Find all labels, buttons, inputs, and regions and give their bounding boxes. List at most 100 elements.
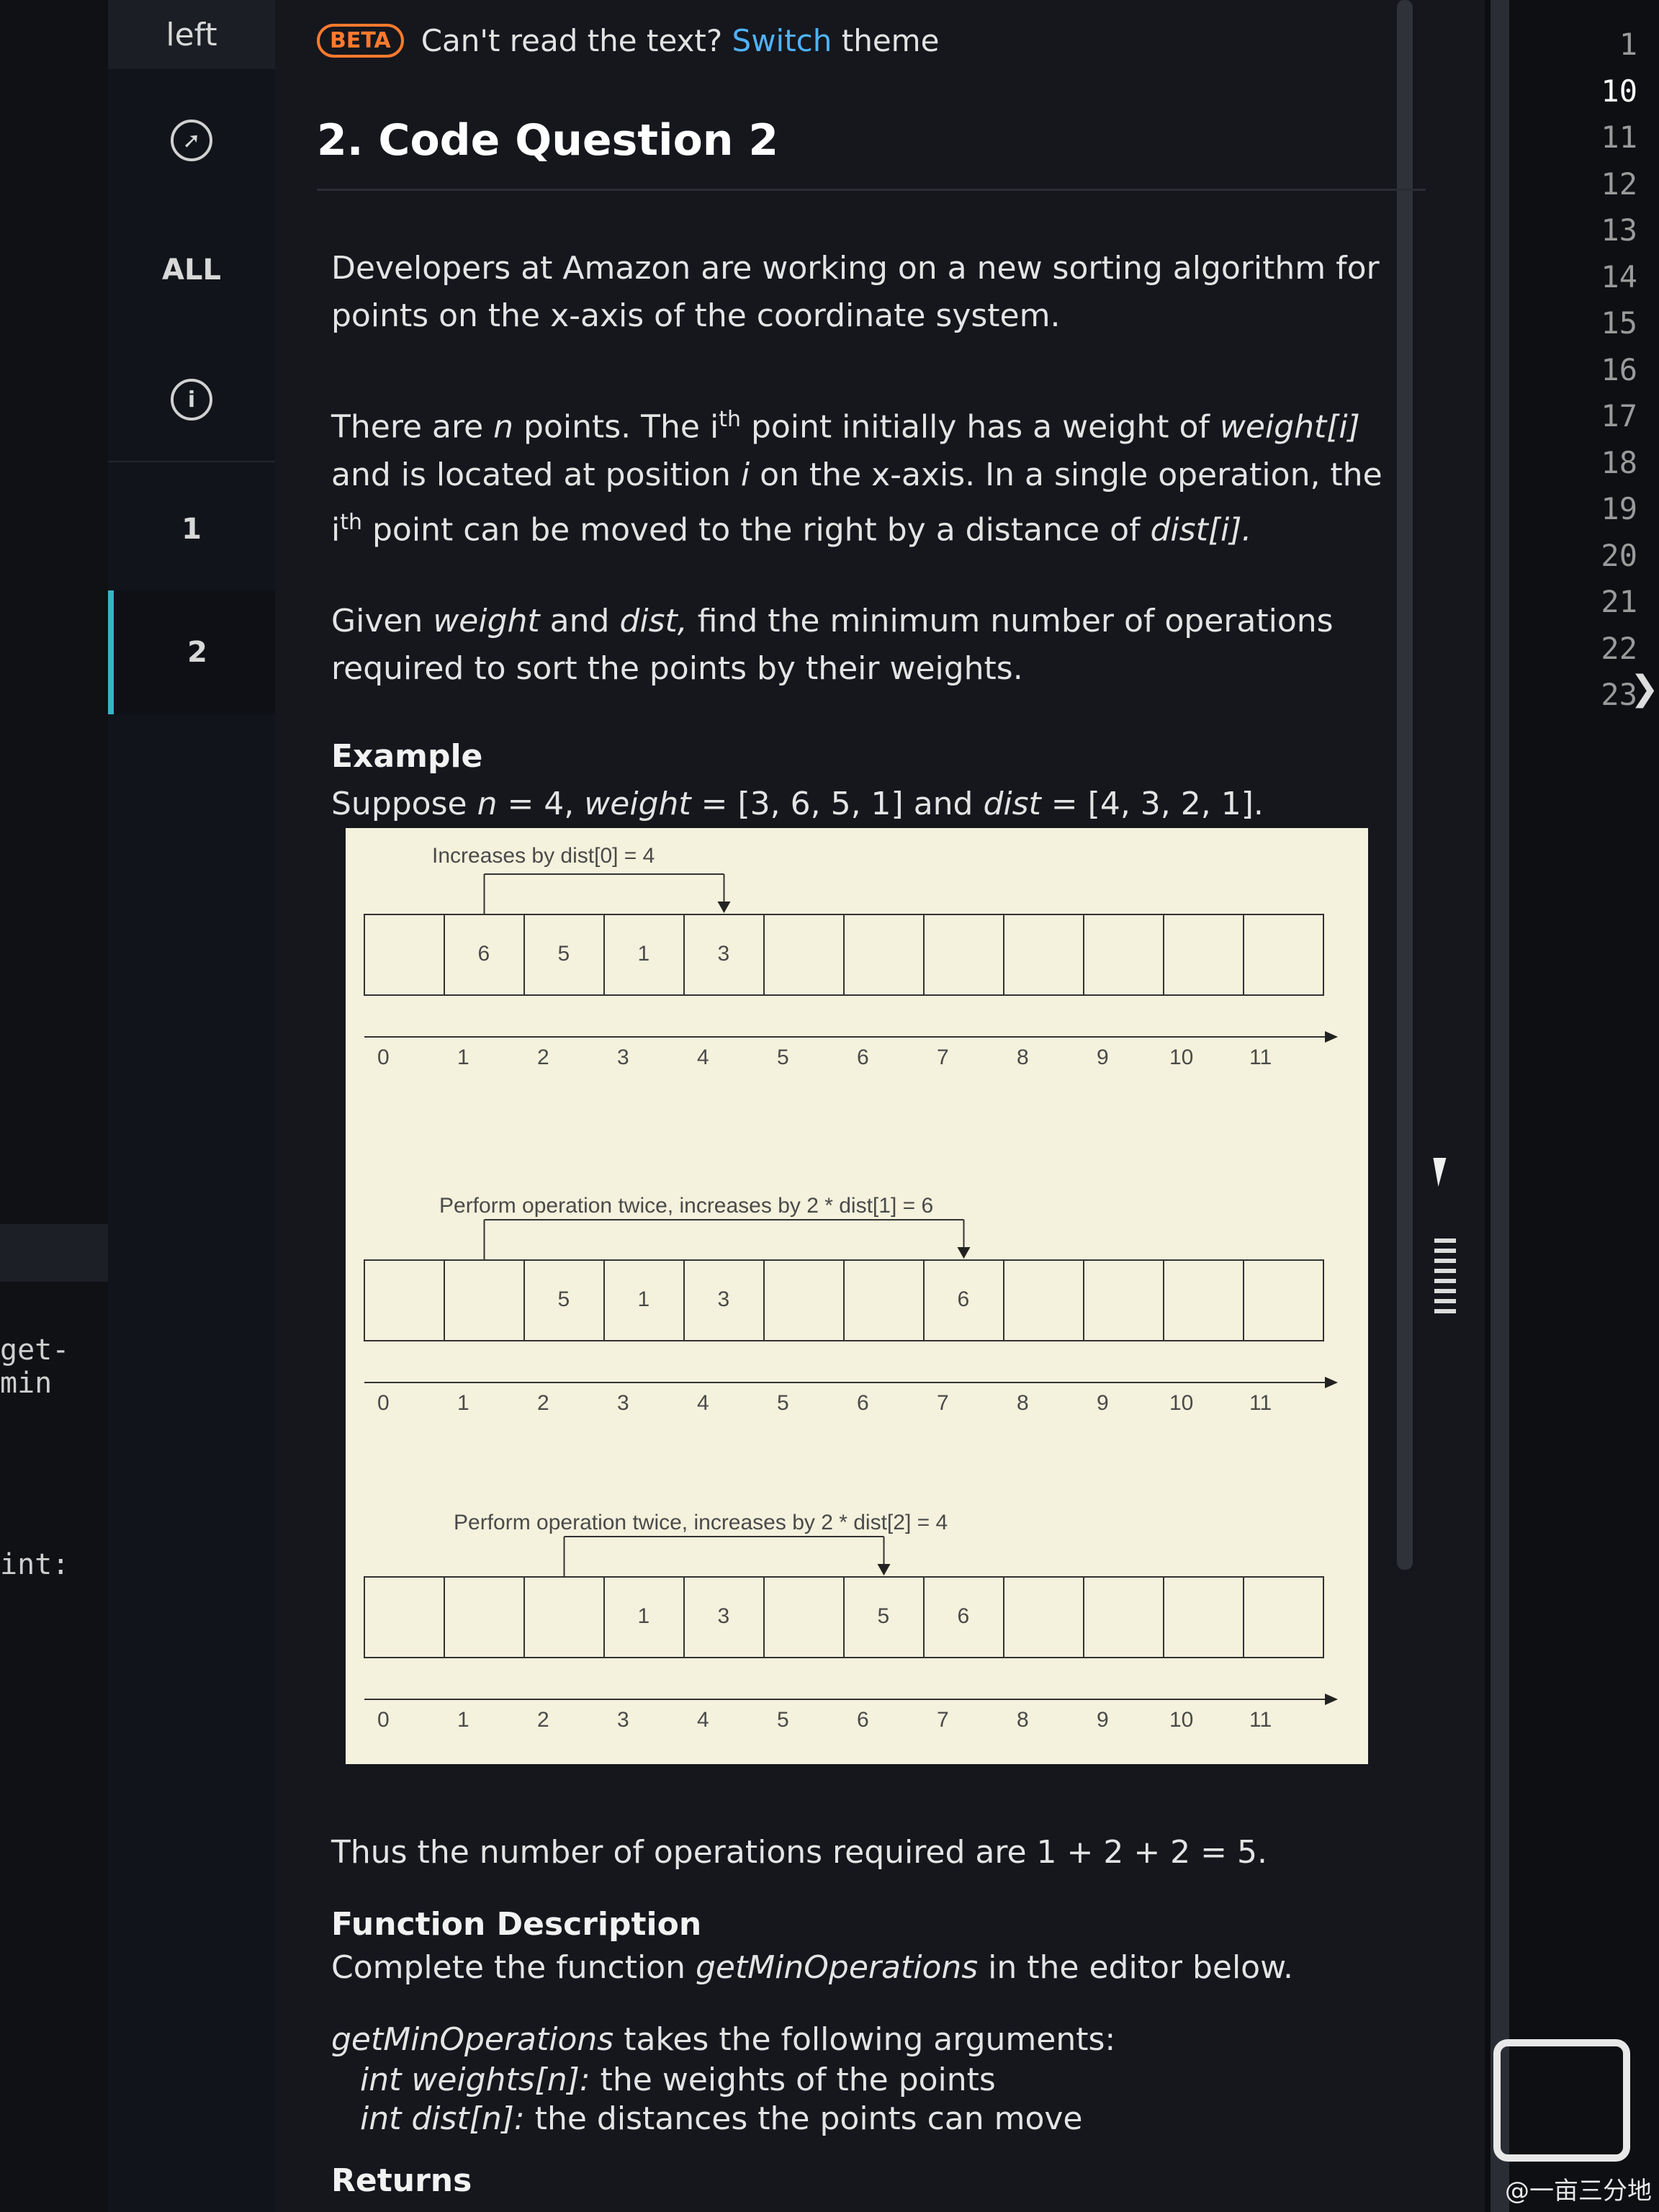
arrow-head: [1325, 1694, 1338, 1705]
example-figure: Increases by dist[0] = 4 Perform operati…: [346, 828, 1368, 1764]
beta-badge: BETA: [317, 24, 404, 58]
array-cell: [1083, 914, 1164, 996]
axis-tick-label: 2: [537, 1391, 549, 1415]
line-number: 15: [1601, 305, 1637, 341]
nav-item-compass[interactable]: ➚: [108, 108, 275, 173]
axis-tick-label: 1: [457, 1046, 469, 1069]
watermark-seal: [1493, 2039, 1630, 2162]
cell-value: 1: [637, 942, 650, 966]
axis-tick-label: 5: [777, 1708, 789, 1732]
title-divider: [317, 189, 1426, 191]
line-number: 21: [1601, 584, 1637, 619]
editor-divider[interactable]: [1491, 0, 1509, 2212]
axis-tick-label: 6: [857, 1046, 869, 1069]
axis-tick-label: 11: [1249, 1391, 1272, 1415]
returns-heading: Returns: [331, 2162, 472, 2199]
var-i: i: [740, 456, 750, 493]
line-number: 11: [1601, 120, 1637, 155]
line-number: 19: [1601, 491, 1637, 526]
axis-tick-label: 3: [617, 1046, 629, 1069]
nav-item-question-2[interactable]: 2: [108, 590, 281, 714]
nav-item-info[interactable]: i: [108, 367, 275, 432]
cell-value: 6: [957, 1287, 970, 1311]
text: point can be moved to the right by a dis…: [362, 511, 1151, 549]
nav-item-all[interactable]: ALL: [108, 238, 275, 302]
text: in the editor below.: [978, 1949, 1294, 1986]
resize-grip-icon[interactable]: [1434, 1238, 1456, 1318]
array-cell: [1163, 1576, 1244, 1658]
var-n: n: [493, 408, 514, 446]
var-n: n: [477, 786, 498, 822]
cell-value: 3: [717, 942, 730, 966]
array-cell: [1003, 914, 1084, 996]
compass-icon: ➚: [171, 120, 212, 161]
axis-tick-label: 6: [857, 1708, 869, 1732]
array-cell: [763, 1259, 845, 1341]
axis-tick-label: 10: [1169, 1391, 1194, 1415]
array-cell: [843, 914, 925, 996]
arrow-head: [1325, 1031, 1338, 1043]
arrow-head: [1325, 1377, 1338, 1388]
axis-tick-label: 4: [697, 1046, 709, 1069]
array-cell: [763, 914, 845, 996]
axis-tick-label: 5: [777, 1391, 789, 1415]
text: Complete the function: [331, 1949, 696, 1986]
axis-tick-label: 7: [937, 1708, 949, 1732]
arrow-head: [717, 902, 731, 913]
info-icon: i: [171, 379, 212, 421]
editor-gutter: 1 10 11 12 13 14 15 16 17 18 19 20 21 22 23 ❯: [1509, 0, 1659, 2212]
array-cell: [1003, 1259, 1084, 1341]
array-cell: [444, 1259, 525, 1341]
axis-tick-label: 2: [537, 1708, 549, 1732]
array-cell: [1163, 1259, 1244, 1341]
axis-tick-label: 1: [457, 1391, 469, 1415]
axis-tick-label: 0: [377, 1046, 390, 1069]
var-dist: dist: [983, 786, 1041, 822]
left-code-pane: get-min int:: [0, 0, 158, 2212]
axis-tick-label: 8: [1017, 1046, 1029, 1069]
axis-tick-label: 9: [1097, 1046, 1109, 1069]
cell-value: 3: [717, 1287, 730, 1311]
var-weight: weight: [584, 786, 691, 822]
axis-tick-label: 10: [1169, 1708, 1194, 1732]
question-title: 2. Code Question 2: [317, 115, 779, 166]
figure-label-2: Perform operation twice, increases by 2 …: [439, 1194, 934, 1218]
axis-tick-label: 9: [1097, 1708, 1109, 1732]
figure-label-1: Increases by dist[0] = 4: [432, 844, 655, 868]
function-name: getMinOperations: [331, 2021, 614, 2058]
cell-value: 5: [557, 1287, 570, 1311]
axis-tick-label: 8: [1017, 1391, 1029, 1415]
text: Suppose: [331, 786, 477, 822]
axis-tick-label: 1: [457, 1708, 469, 1732]
array-cell: [1003, 1576, 1084, 1658]
axis-tick-label: 6: [857, 1391, 869, 1415]
result-text: Thus the number of operations required a…: [331, 1834, 1267, 1871]
example-text: Suppose n = 4, weight = [3, 6, 5, 1] and…: [331, 781, 1419, 828]
line-number: 16: [1601, 351, 1637, 387]
argument-signature: int weights[n]:: [360, 2062, 590, 2098]
array-cell: [1243, 914, 1324, 996]
function-description-text: Complete the function getMinOperations i…: [331, 1944, 1419, 1992]
nav-item-question-1[interactable]: 1: [108, 497, 275, 562]
intro-paragraph: Developers at Amazon are working on a ne…: [331, 250, 1380, 334]
line-number: 1: [1619, 27, 1637, 62]
axis-tick-label: 4: [697, 1708, 709, 1732]
axis-tick-label: 2: [537, 1046, 549, 1069]
array-cell: [1163, 914, 1244, 996]
example-heading: Example: [331, 738, 483, 775]
axis-tick-label: 7: [937, 1391, 949, 1415]
fold-chevron-icon[interactable]: ❯: [1630, 668, 1659, 709]
text: = 4,: [497, 786, 585, 822]
line-number: 18: [1601, 444, 1637, 480]
array-cell: [364, 1576, 445, 1658]
text: = [3, 6, 5, 1] and: [691, 786, 984, 822]
switch-theme-link[interactable]: Switch: [732, 23, 832, 58]
var-weight: weight[i]: [1219, 408, 1360, 446]
task-paragraph: Given weight and dist, find the minimum …: [331, 598, 1419, 693]
nav-left-toggle[interactable]: left: [108, 0, 275, 69]
array-cell: [1243, 1259, 1324, 1341]
question-nav: left ➚ ALL i 1 2: [108, 0, 281, 2212]
watermark-text: @一亩三分地: [1505, 2177, 1652, 2206]
line-number: 12: [1601, 166, 1637, 202]
cell-value: 6: [957, 1604, 970, 1628]
